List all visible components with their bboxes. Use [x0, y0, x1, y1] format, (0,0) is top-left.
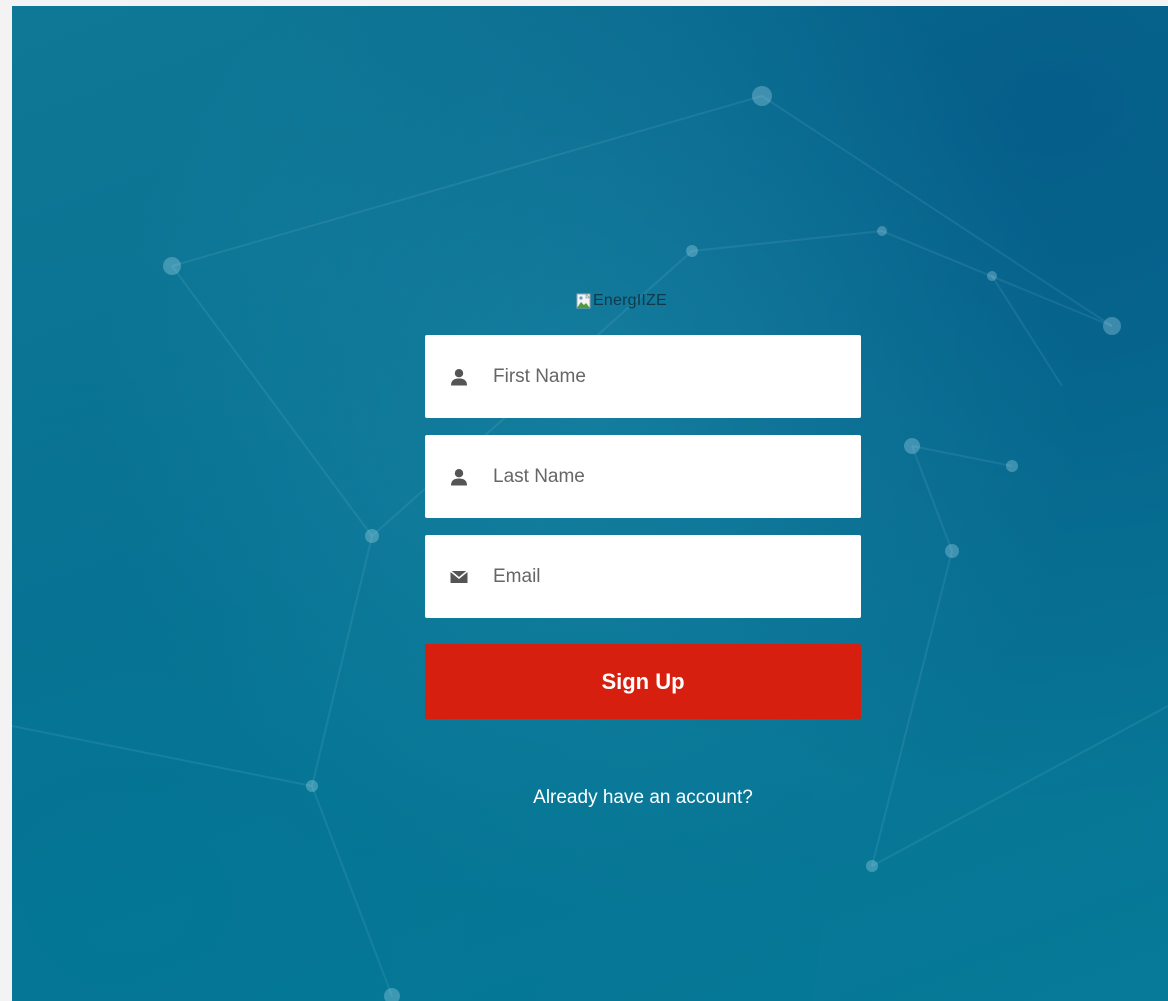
login-link[interactable]: Already have an account? — [425, 787, 861, 809]
email-input[interactable] — [491, 555, 855, 598]
logo: EnergIIZE — [576, 287, 667, 315]
signup-page: EnergIIZE Sign Up Already hav — [12, 6, 1168, 1001]
sign-up-button[interactable]: Sign Up — [425, 644, 861, 719]
broken-image-icon — [576, 293, 592, 309]
user-icon — [449, 467, 469, 487]
envelope-icon — [449, 567, 469, 587]
first-name-input[interactable] — [491, 355, 855, 398]
email-field[interactable] — [425, 535, 861, 618]
logo-alt-text: EnergIIZE — [593, 292, 667, 309]
last-name-field[interactable] — [425, 435, 861, 518]
user-icon — [449, 367, 469, 387]
first-name-field[interactable] — [425, 335, 861, 418]
last-name-input[interactable] — [491, 455, 855, 498]
